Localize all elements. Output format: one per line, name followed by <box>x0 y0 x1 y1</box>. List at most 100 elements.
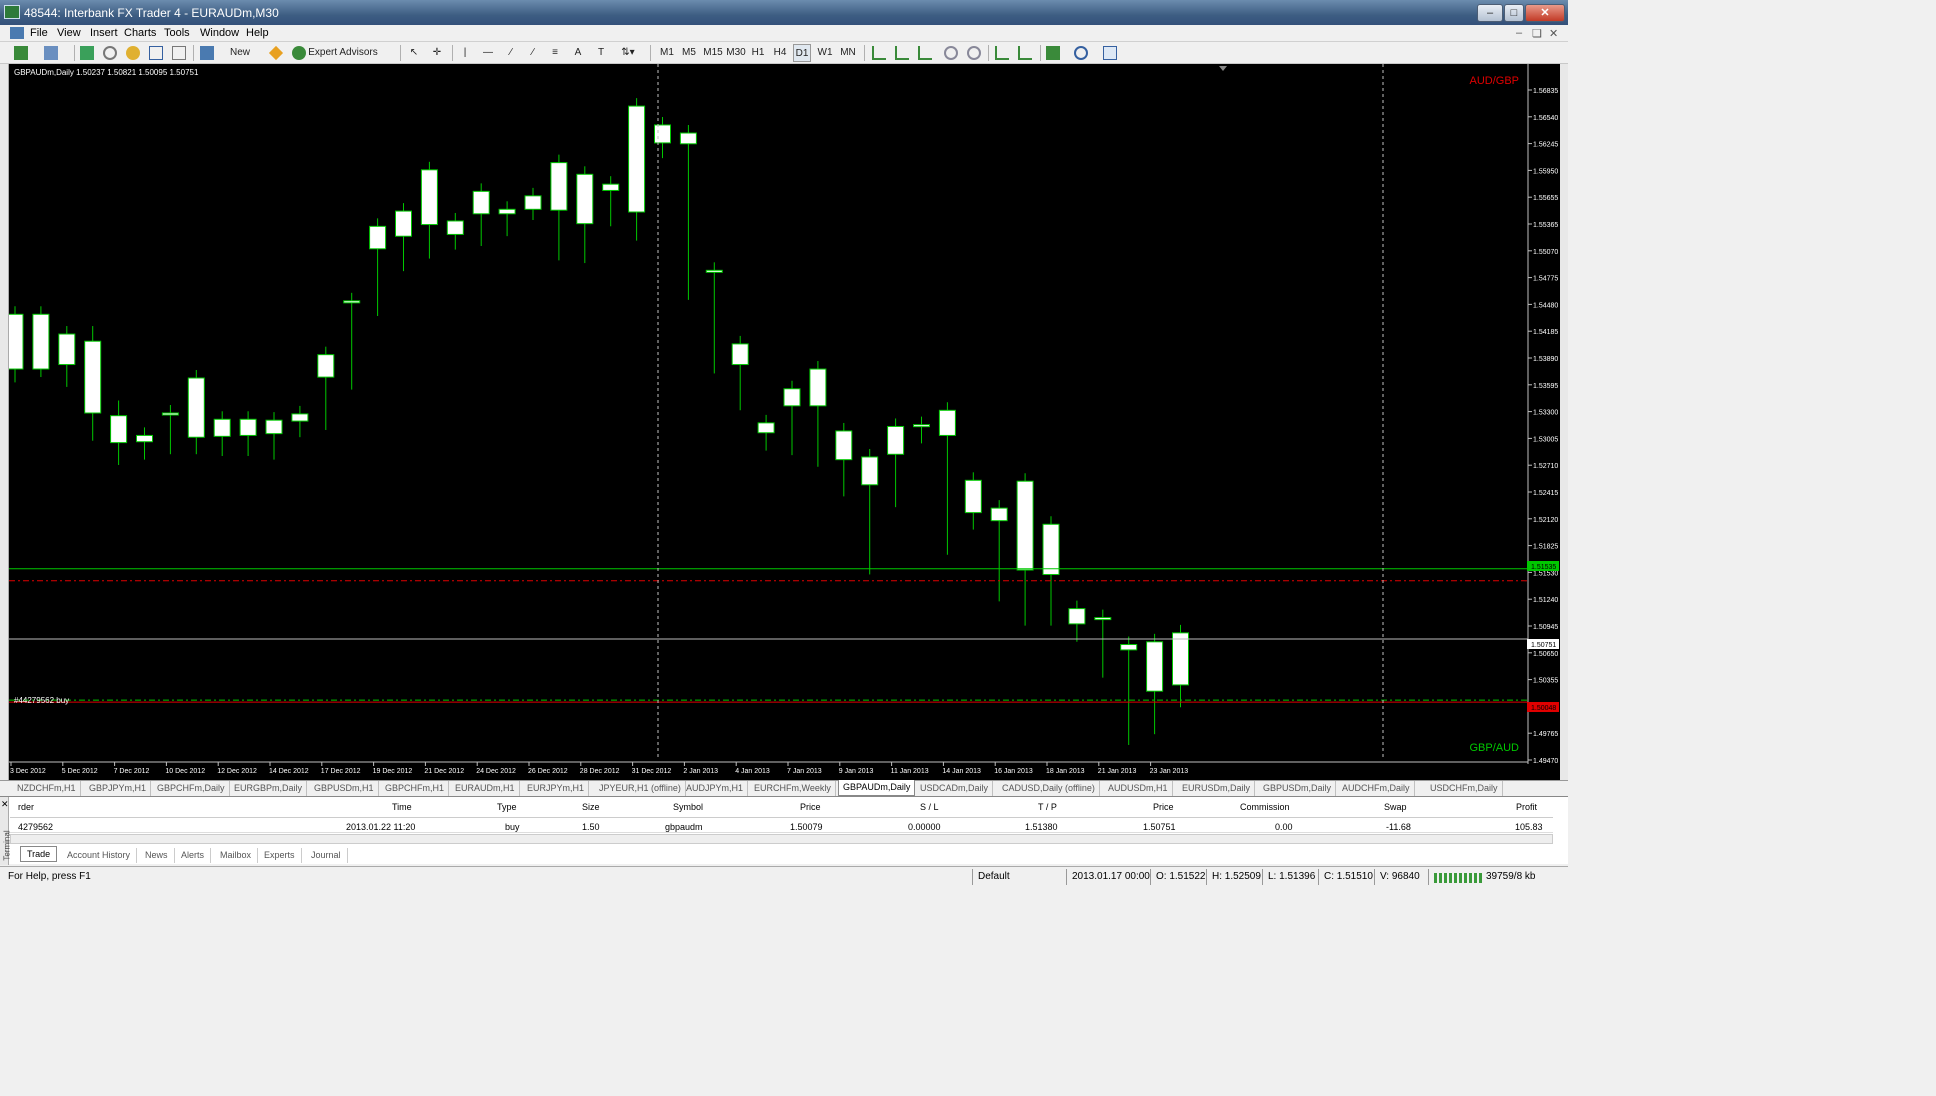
line-chart-icon[interactable] <box>918 46 932 60</box>
navigator-icon[interactable] <box>126 46 140 60</box>
vertical-line-icon[interactable]: | <box>460 44 470 62</box>
chart-tab[interactable]: CADUSD,Daily (offline) <box>998 781 1100 796</box>
tab-news[interactable]: News <box>139 848 175 863</box>
col-profit[interactable]: Profit <box>1516 802 1537 812</box>
timeframe-m15[interactable]: M15 <box>702 44 724 62</box>
timeframe-m5[interactable]: M5 <box>680 44 698 62</box>
menu-insert[interactable]: Insert <box>90 27 118 39</box>
mdi-doc-icon[interactable] <box>10 27 24 39</box>
periods-icon[interactable] <box>1074 46 1088 60</box>
chart-tab[interactable]: GBPAUDm,Daily <box>838 780 916 796</box>
connection-indicator-icon[interactable] <box>1434 873 1482 883</box>
col-tp[interactable]: T / P <box>1038 802 1057 812</box>
chart-tab[interactable]: EURCHFm,Weekly <box>750 781 836 796</box>
timeframe-h4[interactable]: H4 <box>771 44 789 62</box>
new-order-button[interactable]: New Order <box>216 44 264 76</box>
terminal-icon[interactable] <box>149 46 163 60</box>
profiles-icon[interactable] <box>44 46 58 60</box>
terminal-scrollbar[interactable] <box>10 834 1553 844</box>
timeframe-d1[interactable]: D1 <box>793 44 811 62</box>
right-scroll-strip[interactable] <box>1560 64 1568 780</box>
timeframe-m1[interactable]: M1 <box>658 44 676 62</box>
text-icon[interactable]: A <box>572 44 584 62</box>
cursor-icon[interactable]: ↖ <box>408 44 420 62</box>
chart-tab[interactable]: EURUSDm,Daily <box>1178 781 1256 796</box>
menu-window[interactable]: Window <box>200 27 239 39</box>
tab-alerts[interactable]: Alerts <box>175 848 212 863</box>
chart-tab[interactable]: GBPJPYm,H1 <box>85 781 152 796</box>
col-current-price[interactable]: Price <box>1153 802 1174 812</box>
chart-shift-marker[interactable] <box>1219 66 1227 71</box>
mdi-restore-icon[interactable]: ❏ <box>1532 27 1542 40</box>
chart-tab[interactable]: EURAUDm,H1 <box>451 781 520 796</box>
text-label-icon[interactable]: T <box>594 44 608 62</box>
market-watch-icon[interactable] <box>80 46 94 60</box>
price-chart[interactable]: 1.56835 1.56540 1.56245 1.55950 1.55655 1.553… <box>6 64 1560 780</box>
menu-charts[interactable]: Charts <box>124 27 156 39</box>
menu-view[interactable]: View <box>57 27 81 39</box>
maximize-button[interactable]: □ <box>1504 4 1524 22</box>
chart-tab[interactable]: AUDJPYm,H1 <box>682 781 749 796</box>
chart-tab[interactable]: JPYEUR,H1 (offline) <box>595 781 686 796</box>
chart-tab[interactable]: EURGBPm,Daily <box>230 781 308 796</box>
new-chart-icon[interactable] <box>14 46 28 60</box>
chart-tab[interactable]: AUDCHFm,Daily <box>1338 781 1415 796</box>
zoom-in-icon[interactable] <box>944 46 958 60</box>
horizontal-line-icon[interactable]: — <box>482 44 494 62</box>
tab-mailbox[interactable]: Mailbox <box>214 848 259 863</box>
col-type[interactable]: Type <box>497 802 517 812</box>
chart-tab[interactable]: GBPCHFm,Daily <box>153 781 230 796</box>
indicators-icon[interactable] <box>1046 46 1060 60</box>
expert-advisors-icon[interactable] <box>292 46 306 60</box>
col-swap[interactable]: Swap <box>1384 802 1407 812</box>
chart-shift-icon[interactable] <box>1018 46 1032 60</box>
tab-journal[interactable]: Journal <box>305 848 348 863</box>
data-window-icon[interactable] <box>103 46 117 60</box>
fibonacci-icon[interactable]: ≡ <box>549 44 561 62</box>
timeframe-h1[interactable]: H1 <box>749 44 767 62</box>
zoom-out-icon[interactable] <box>967 46 981 60</box>
menu-tools[interactable]: Tools <box>164 27 190 39</box>
col-symbol[interactable]: Symbol <box>673 802 703 812</box>
timeframe-m30[interactable]: M30 <box>725 44 747 62</box>
minimize-button[interactable]: – <box>1477 4 1503 22</box>
menu-help[interactable]: Help <box>246 27 269 39</box>
table-row[interactable]: 4279562 2013.01.22 11:20 buy 1.50 gbpaud… <box>10 818 1553 833</box>
col-price[interactable]: Price <box>800 802 821 812</box>
channel-icon[interactable]: ∕ <box>527 44 539 62</box>
timeframe-w1[interactable]: W1 <box>816 44 834 62</box>
col-order[interactable]: rder <box>18 802 34 812</box>
tab-account-history[interactable]: Account History <box>61 848 138 863</box>
chart-tab[interactable]: EURJPYm,H1 <box>523 781 590 796</box>
chart-window[interactable]: 1.56835 1.56540 1.56245 1.55950 1.55655 1.553… <box>6 64 1560 780</box>
mdi-close-icon[interactable]: ✕ <box>1549 27 1558 40</box>
col-sl[interactable]: S / L <box>920 802 939 812</box>
timeframe-mn[interactable]: MN <box>838 44 858 62</box>
tab-trade[interactable]: Trade <box>20 846 58 862</box>
bar-chart-icon[interactable] <box>872 46 886 60</box>
auto-scroll-icon[interactable] <box>995 46 1009 60</box>
expert-advisors-button[interactable]: Expert Advisors <box>308 44 378 62</box>
candlestick-icon[interactable] <box>895 46 909 60</box>
mdi-minimize-icon[interactable]: – <box>1516 27 1522 39</box>
chart-tab[interactable]: NZDCHFm,H1 <box>13 781 81 796</box>
terminal-close-icon[interactable]: ✕ <box>1 799 9 810</box>
col-size[interactable]: Size <box>582 802 600 812</box>
metaeditor-icon[interactable] <box>268 45 284 61</box>
chart-tab[interactable]: USDCADm,Daily <box>916 781 994 796</box>
trendline-icon[interactable]: ∕ <box>505 44 517 62</box>
chart-tab[interactable]: GBPUSDm,Daily <box>1259 781 1337 796</box>
chart-tab[interactable]: USDCHFm,Daily <box>1426 781 1503 796</box>
close-button[interactable]: ✕ <box>1525 4 1565 22</box>
chart-tab[interactable]: GBPCHFm,H1 <box>381 781 450 796</box>
col-time[interactable]: Time <box>392 802 412 812</box>
col-commission[interactable]: Commission <box>1240 802 1290 812</box>
strategy-tester-icon[interactable] <box>172 46 186 60</box>
tab-experts[interactable]: Experts <box>258 848 302 863</box>
arrows-icon[interactable]: ⇅▾ <box>617 44 639 62</box>
chart-tab[interactable]: AUDUSDm,H1 <box>1104 781 1173 796</box>
templates-icon[interactable] <box>1103 46 1117 60</box>
new-order-icon[interactable] <box>200 46 214 60</box>
menu-file[interactable]: File <box>30 27 48 39</box>
chart-tab[interactable]: GBPUSDm,H1 <box>310 781 379 796</box>
